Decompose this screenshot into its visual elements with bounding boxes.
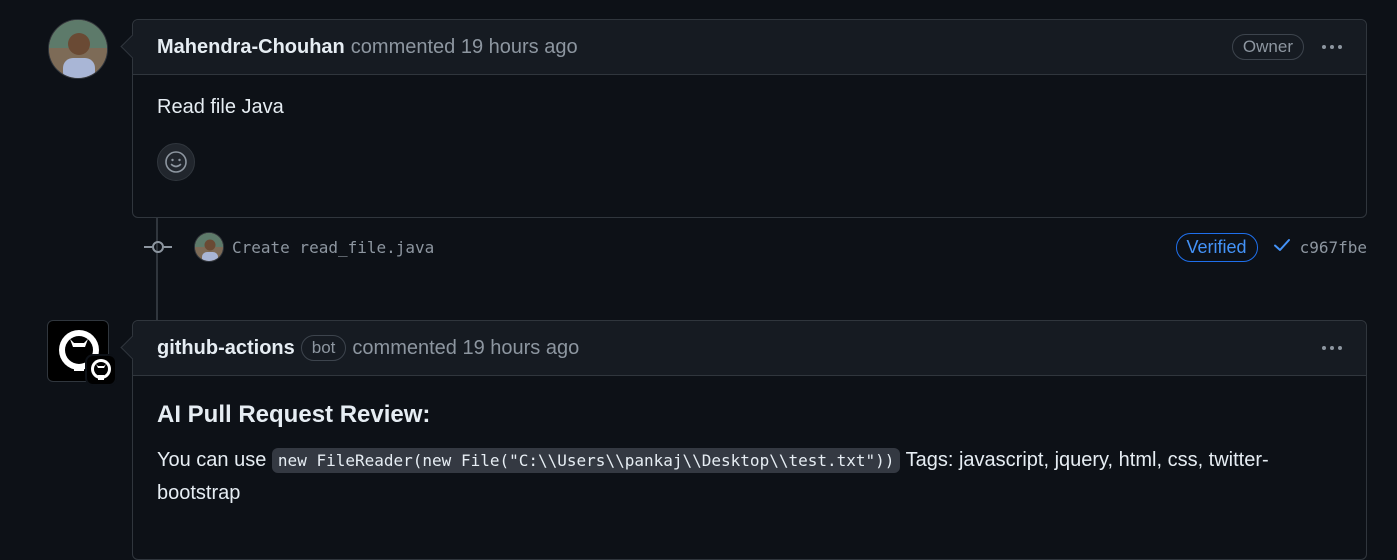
check-icon <box>1272 235 1292 260</box>
verified-badge[interactable]: Verified <box>1175 232 1258 262</box>
comment-box: github-actions bot commented 19 hours ag… <box>132 320 1367 560</box>
review-text: You can use <box>157 449 267 471</box>
commit-message-link[interactable]: Create read_file.java <box>232 238 434 257</box>
user-photo-icon <box>195 233 223 261</box>
review-heading: AI Pull Request Review: <box>157 401 431 428</box>
comment-author[interactable]: github-actions <box>157 337 295 360</box>
commit-row: Create read_file.java Verified c967fbe <box>144 229 1367 265</box>
comment-header: github-actions bot commented 19 hours ag… <box>133 321 1366 376</box>
avatar[interactable] <box>48 19 108 79</box>
comment-header: Mahendra-Chouhan commented 19 hours ago … <box>133 20 1366 75</box>
add-reaction-button[interactable] <box>157 143 195 181</box>
user-photo-icon <box>49 20 107 78</box>
comment-timestamp[interactable]: commented 19 hours ago <box>352 337 579 360</box>
github-mark-icon <box>91 359 111 380</box>
bot-badge: bot <box>300 335 347 361</box>
comment-box: Mahendra-Chouhan commented 19 hours ago … <box>132 19 1367 218</box>
kebab-icon[interactable] <box>1322 346 1342 350</box>
owner-badge: Owner <box>1231 34 1304 60</box>
commit-icon <box>144 237 172 257</box>
smiley-icon <box>165 151 187 173</box>
github-actions-badge <box>85 354 117 386</box>
commit-author-avatar[interactable] <box>194 232 224 262</box>
review-body: You can use new FileReader(new File("C:\… <box>157 444 1342 509</box>
code-snippet: new FileReader(new File("C:\\Users\\pank… <box>271 448 901 473</box>
kebab-icon[interactable] <box>1322 45 1342 49</box>
comment-timestamp[interactable]: commented 19 hours ago <box>351 36 578 59</box>
comment-body: Read file Java <box>157 96 284 118</box>
comment-author[interactable]: Mahendra-Chouhan <box>157 36 345 59</box>
commit-sha-link[interactable]: c967fbe <box>1300 238 1367 257</box>
